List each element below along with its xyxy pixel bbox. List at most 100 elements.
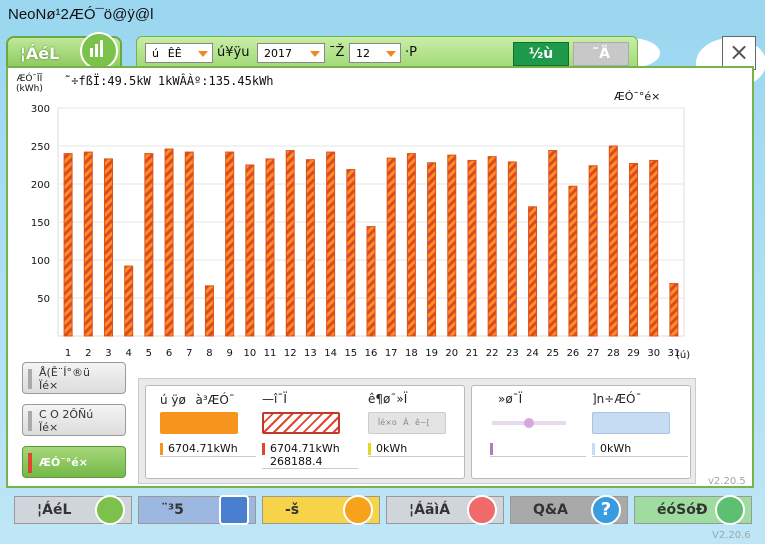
energy-usage-graph-button[interactable]: Å(Ê¨Í°®ü Ïé×: [22, 362, 126, 394]
x-tick-label: 14: [324, 348, 337, 359]
bar-day-21: [467, 159, 477, 337]
x-tick-label: 12: [284, 348, 297, 359]
x-tick-label: 11: [264, 348, 277, 359]
legend-bought-swatch: [490, 412, 568, 434]
panel-version: v2.20.5: [708, 476, 746, 487]
bar-day-23: [507, 161, 517, 337]
legend-self-swatch: Ïé×oÂê~[: [368, 412, 446, 434]
period-select[interactable]: úÊÊ: [145, 43, 213, 63]
bar-day-27: [588, 165, 598, 337]
date-label: ú¥ÿu: [217, 45, 250, 60]
nav-label: ¦ÁéL: [37, 502, 72, 518]
compare-button[interactable]: ˜Ä: [573, 42, 629, 66]
x-tick-label: 15: [344, 348, 357, 359]
x-tick-label: 27: [587, 348, 600, 359]
x-tick-label: 10: [243, 348, 256, 359]
bar-day-11: [265, 158, 275, 337]
x-tick-label: 8: [206, 348, 212, 359]
legend-solar: ú ÿøà³ÆÓ¯ 6704.71kWh: [160, 392, 256, 457]
title-bar: NeoNø¹2ÆÓ¯ö@ÿ@l: [0, 0, 765, 34]
nav-label: Q&A: [533, 502, 568, 518]
bar-day-7: [184, 151, 194, 337]
legend-marker: [160, 443, 163, 455]
generation-chart: 50100150200250300 1 2 3 4 5 6 7 8 9 10 11 12 13 14 15 1…: [31, 104, 690, 361]
bar-day-17: [386, 157, 396, 337]
tab-label: ¦ÁéL: [20, 44, 60, 63]
bar-day-16: [366, 226, 376, 337]
tab-uchiroku[interactable]: ¦ÁéL: [6, 32, 122, 70]
app-title: NeoNø¹2ÆÓ¯ö@ÿ@l: [8, 6, 154, 23]
x-tick-label: 22: [486, 348, 499, 359]
bar-chart-icon: [95, 495, 125, 525]
x-tick-label: 18: [405, 348, 418, 359]
legend-solar-value: 6704.71kWh: [168, 442, 238, 455]
generation-graph-label: ÆÓ¯°é×: [39, 456, 88, 469]
legend-marker: [368, 443, 371, 455]
legend-sold: —î¯Ï 6704.71kWh 268188.4: [262, 392, 358, 469]
bar-day-22: [487, 156, 497, 337]
legend-sold-swatch: [262, 412, 340, 434]
x-tick-label: 2: [85, 348, 91, 359]
x-tick-label: 29: [627, 348, 640, 359]
close-button[interactable]: ×: [722, 36, 756, 70]
nav-settings[interactable]: -š: [262, 495, 380, 525]
legend-bought-name: »ø¯Ï: [498, 392, 523, 406]
legend-self-name: ê¶ø¯»Ï: [368, 392, 408, 406]
bar-day-1: [63, 153, 73, 337]
y-tick-label: 50: [37, 294, 50, 305]
bar-day-2: [83, 151, 93, 337]
x-axis-unit: (ú): [676, 349, 690, 361]
nav-uchiroku[interactable]: ¦ÁéL: [14, 495, 132, 525]
nav-ranking[interactable]: éóSóÐ: [634, 495, 752, 525]
nav-qa[interactable]: Q&A ?: [510, 495, 628, 525]
x-tick-label: 25: [546, 348, 559, 359]
flag-icon: [467, 495, 497, 525]
month-select[interactable]: 12: [349, 43, 401, 63]
bar-day-9: [225, 151, 235, 337]
x-tick-label: 19: [425, 348, 438, 359]
x-tick-label: 17: [385, 348, 398, 359]
generation-graph-button[interactable]: ÆÓ¯°é×: [22, 446, 126, 478]
crown-icon: [715, 495, 745, 525]
bar-day-25: [548, 150, 558, 337]
x-tick-label: 7: [186, 348, 192, 359]
button-marker: [28, 369, 32, 389]
nav-ecocho[interactable]: ¨³5: [138, 495, 256, 525]
y-tick-label: 250: [31, 142, 50, 153]
co2-emission-graph-button[interactable]: C O 2ÔÑú Ïé×: [22, 404, 126, 436]
year-select[interactable]: 2017: [257, 43, 325, 63]
legend-self: ê¶ø¯»Ï Ïé×oÂê~[ 0kWh: [368, 392, 464, 457]
x-tick-label: 5: [146, 348, 152, 359]
x-tick-label: 20: [445, 348, 458, 359]
y-tick-label: 150: [31, 218, 50, 229]
legend-sold-name: —î¯Ï: [262, 392, 287, 406]
y-tick-label: 300: [31, 104, 50, 115]
legend-bought: »ø¯Ï: [490, 392, 586, 457]
legend-solar-swatch: [160, 412, 238, 434]
x-tick-label: 23: [506, 348, 519, 359]
x-tick-label: 28: [607, 348, 620, 359]
legend-other: ]n÷ÆÓ¯ 0kWh: [592, 392, 688, 457]
x-tick-label: 24: [526, 348, 539, 359]
wrench-icon: [343, 495, 373, 525]
bar-day-5: [144, 153, 154, 337]
period-value: úÊÊ: [152, 47, 182, 60]
legend-marker: [592, 443, 595, 455]
legend-other-value-row: 0kWh: [592, 442, 688, 457]
button-marker: [28, 411, 32, 431]
notebook-icon: [219, 495, 249, 525]
x-tick-label: 30: [647, 348, 660, 359]
legend-solar-value-row: 6704.71kWh: [160, 442, 256, 457]
bar-day-15: [346, 169, 356, 337]
bar-chart-icon: [80, 32, 118, 70]
nav-uchichare[interactable]: ¦ÁãìÁ: [386, 495, 504, 525]
bar-day-10: [245, 164, 255, 337]
x-tick-label: 13: [304, 348, 317, 359]
toolbar: úÊÊ ú¥ÿu 2017 ¯Ž 12 ·P ½ù ˜Ä: [136, 36, 638, 70]
legend-other-value: 0kWh: [600, 442, 632, 455]
bar-day-19: [427, 162, 437, 337]
bar-day-14: [326, 151, 336, 337]
bar-day-3: [103, 158, 113, 337]
today-button[interactable]: ½ù: [513, 42, 569, 66]
legend-solar-name: ú ÿøà³ÆÓ¯: [160, 393, 235, 407]
